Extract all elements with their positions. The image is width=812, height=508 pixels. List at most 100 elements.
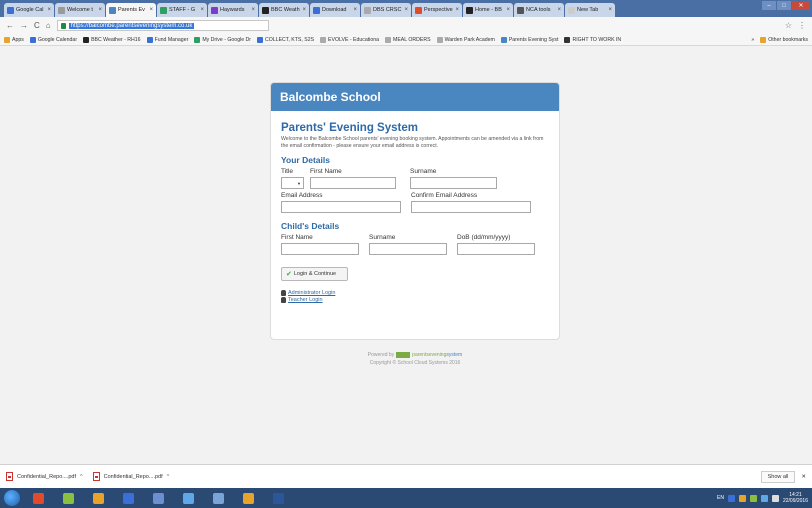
title-select[interactable]: ▼ (281, 177, 304, 189)
bookmark-item[interactable]: MEAL ORDERS (385, 36, 431, 43)
browser-tab[interactable]: Download × (310, 3, 360, 17)
person-icon (281, 290, 286, 296)
tray-icon[interactable] (749, 494, 757, 502)
tab-close-icon[interactable]: × (557, 7, 561, 13)
browser-tab[interactable]: Perspective × (412, 3, 462, 17)
tab-favicon-icon (517, 6, 524, 14)
taskbar-app[interactable] (146, 490, 170, 507)
download-filename: Confidential_Repo....pdf (17, 473, 77, 480)
tab-close-icon[interactable]: × (506, 7, 510, 13)
browser-tab[interactable]: Haywards × (208, 3, 258, 17)
tab-close-icon[interactable]: × (455, 7, 459, 13)
chevron-up-icon[interactable]: ^ (80, 474, 83, 480)
tab-close-icon[interactable]: × (608, 7, 612, 13)
bookmark-item[interactable]: COLLECT, KTS, S2S (257, 36, 314, 43)
download-item[interactable]: Confidential_Repo....pdf ^ (6, 472, 83, 481)
tab-close-icon[interactable]: × (98, 7, 102, 13)
tray-icon[interactable] (738, 494, 746, 502)
browser-tab[interactable]: Parents Ev × (106, 3, 156, 17)
taskbar-app[interactable] (176, 490, 200, 507)
bookmark-favicon-icon (257, 36, 264, 43)
teacher-login-link[interactable]: Teacher Login (281, 297, 549, 303)
home-icon[interactable]: ⌂ (46, 21, 51, 30)
bookmark-label: Apps (12, 36, 24, 43)
bookmark-item[interactable]: Fund Manager (146, 36, 188, 43)
download-shelf: Confidential_Repo....pdf ^ Confidential_Re… (0, 464, 812, 488)
tab-close-icon[interactable]: × (47, 7, 51, 13)
browser-tab[interactable]: New Tab × (565, 3, 615, 17)
bookmark-item[interactable]: My Drive - Google Dr (194, 36, 251, 43)
brand-part-b: system (446, 352, 463, 358)
confirm-email-label: Confirm Email Address (411, 192, 478, 199)
minimize-button[interactable]: – (762, 1, 776, 10)
browser-tab[interactable]: NCA tools × (514, 3, 564, 17)
url-input[interactable]: https://balcombe.parentseveningsystem.co… (56, 20, 269, 31)
chevron-up-icon[interactable]: ^ (167, 474, 170, 480)
browser-tab[interactable]: BBC Weath × (259, 3, 309, 17)
tab-close-icon[interactable]: × (404, 7, 408, 13)
person-icon (281, 297, 286, 303)
taskbar-app[interactable] (116, 490, 140, 507)
taskbar-app[interactable] (56, 490, 80, 507)
bookmark-item[interactable]: Warden Park Academ (436, 36, 495, 43)
bookmark-star-icon[interactable]: ☆ (785, 21, 792, 30)
app-icon (122, 492, 134, 504)
network-icon[interactable] (760, 494, 768, 502)
taskbar-app[interactable] (86, 490, 110, 507)
bookmark-label: EVOLVE - Educationa (328, 36, 379, 43)
lock-icon (60, 22, 66, 29)
taskbar-app[interactable] (206, 490, 230, 507)
reload-icon[interactable]: C (34, 21, 40, 30)
tab-close-icon[interactable]: × (200, 7, 204, 13)
tab-favicon-icon (568, 6, 575, 14)
browser-tab[interactable]: Welcome t × (55, 3, 105, 17)
help-icon[interactable] (727, 494, 735, 502)
window-close-button[interactable]: ✕ (792, 1, 810, 10)
bookmark-item[interactable]: Parents Evening Syst (500, 36, 558, 43)
volume-icon[interactable] (771, 494, 779, 502)
show-all-button[interactable]: Show all (760, 470, 796, 483)
surname-input[interactable] (410, 177, 497, 189)
other-bookmarks[interactable]: Other bookmarks (760, 36, 808, 43)
browser-tab[interactable]: STAFF - G × (157, 3, 207, 17)
login-continue-button[interactable]: ✔ Login & Continue (281, 267, 348, 281)
back-icon[interactable]: ← (6, 21, 14, 30)
tab-close-icon[interactable]: × (251, 7, 255, 13)
title-label: Title (281, 168, 294, 175)
download-item[interactable]: Confidential_Repo....pdf ^ (92, 472, 170, 481)
tab-close-icon[interactable]: × (302, 7, 306, 13)
tab-close-icon[interactable]: × (353, 7, 357, 13)
forward-icon[interactable]: → (20, 21, 28, 30)
bookmark-item[interactable]: BBC Weather - RH16 (83, 36, 141, 43)
teacher-login-label: Teacher Login (288, 297, 323, 303)
tab-close-icon[interactable]: × (149, 7, 153, 13)
bookmarks-overflow-icon[interactable]: » (751, 37, 754, 43)
browser-tab[interactable]: DBS CRSC × (361, 3, 411, 17)
taskbar-app[interactable] (266, 490, 290, 507)
bookmark-favicon-icon (436, 36, 443, 43)
bookmark-item[interactable]: Google Calendar (29, 36, 77, 43)
bookmark-item[interactable]: RIGHT TO WORK IN (564, 36, 621, 43)
browser-tab[interactable]: Google Cal × (4, 3, 54, 17)
bookmark-item[interactable]: EVOLVE - Educationa (320, 36, 379, 43)
close-shelf-icon[interactable]: ✕ (801, 474, 806, 480)
bookmark-item[interactable]: Apps (4, 36, 24, 43)
maximize-button[interactable]: □ (777, 1, 791, 10)
pdf-file-icon (6, 472, 13, 481)
browser-tab[interactable]: Home - BB × (463, 3, 513, 17)
taskbar-app[interactable] (236, 490, 260, 507)
app-icon (32, 492, 44, 504)
first-name-input[interactable] (310, 177, 396, 189)
child-first-name-input[interactable] (281, 243, 359, 255)
language-indicator[interactable]: EN (717, 495, 724, 501)
email-input[interactable] (281, 201, 401, 213)
menu-icon[interactable]: ⋮ (798, 21, 806, 30)
administrator-login-link[interactable]: Administrator Login (281, 290, 549, 296)
confirm-email-input[interactable] (411, 201, 531, 213)
clock[interactable]: 14:21 22/09/2016 (783, 492, 808, 504)
taskbar-app[interactable] (26, 490, 50, 507)
tab-favicon-icon (211, 6, 218, 14)
start-button[interactable] (4, 490, 20, 506)
child-surname-input[interactable] (369, 243, 447, 255)
dob-input[interactable] (457, 243, 535, 255)
